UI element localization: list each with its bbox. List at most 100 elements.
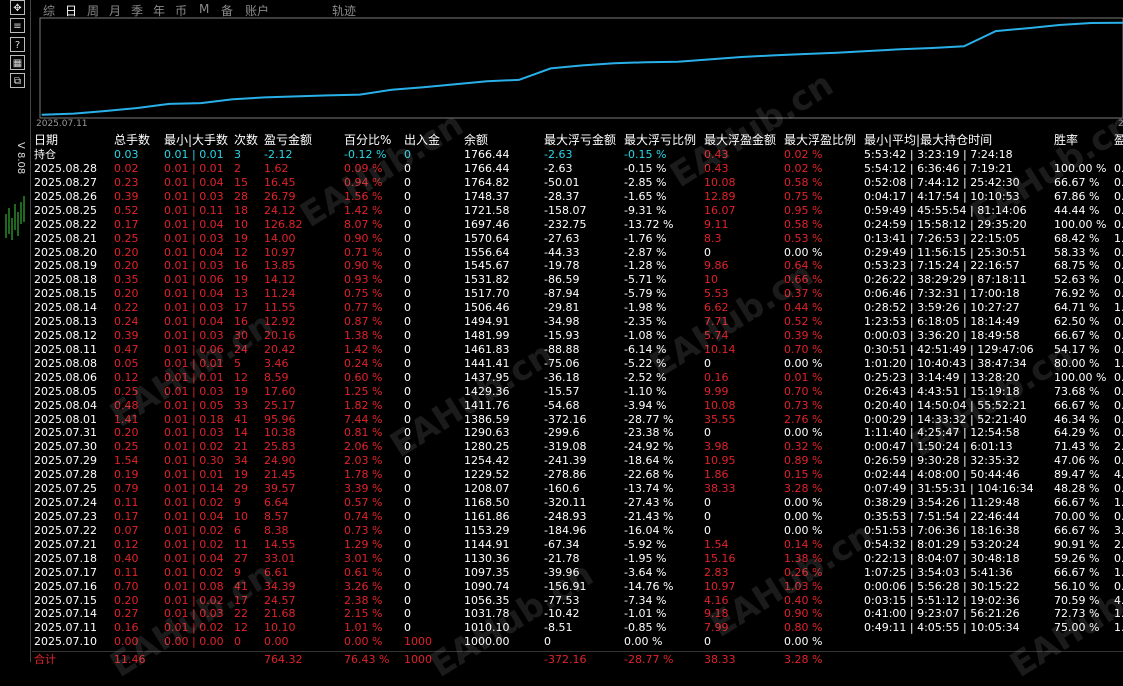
balance-point <box>73 112 75 115</box>
total-row[interactable]: 合计 11.46 764.32 76.43 % 1000 -372.16 -28.77 % 3… <box>32 653 1123 667</box>
table-cell: 64.29 % <box>1054 426 1100 439</box>
balance-point <box>136 107 138 109</box>
table-row[interactable]: 2025.08.20 0.20 0.01 | 0.04 12 10.97 0.71 % 0 1… <box>32 246 1123 260</box>
table-cell: 0.70 % <box>784 343 823 356</box>
table-row[interactable]: 2025.08.26 0.39 0.01 | 0.03 28 26.79 1.56 % 0 1… <box>32 190 1123 204</box>
table-cell: 2025.07.17 <box>34 566 97 579</box>
move-icon[interactable]: ✥ <box>10 0 25 15</box>
balance-point <box>200 102 202 104</box>
table-cell: 0.01 | 0.14 <box>164 482 224 495</box>
table-cell: 1556.64 <box>464 246 510 259</box>
table-cell: -67.34 <box>544 538 580 551</box>
table-cell: 10.95 <box>704 454 736 467</box>
balance-point <box>740 56 743 58</box>
table-row[interactable]: 2025.07.23 0.17 0.01 | 0.04 10 8.57 0.74 % 0 11… <box>32 510 1123 524</box>
table-cell: 0.20 <box>114 259 139 272</box>
table-cell: 0.01 | 0.03 <box>164 259 224 272</box>
table-row[interactable]: 2025.08.18 0.35 0.01 | 0.06 19 14.12 0.93 % 0 1… <box>32 273 1123 287</box>
report-icon[interactable]: ≡ <box>10 18 25 33</box>
table-cell: -18.64 % <box>624 454 674 467</box>
table-cell: 2.83 <box>704 566 729 579</box>
table-row[interactable]: 2025.08.13 0.24 0.01 | 0.04 16 12.92 0.87 % 0 1… <box>32 315 1123 329</box>
table-cell: -5.79 % <box>624 287 667 300</box>
table-cell: -8.51 <box>544 621 573 634</box>
table-cell: 0:28:52 | 3:59:26 | 10:27:27 <box>864 301 1020 314</box>
table-cell: 0:07:49 | 31:55:31 | 104:16:34 <box>864 482 1034 495</box>
table-cell: 0:51:53 | 7:06:36 | 18:16:38 <box>864 524 1020 537</box>
table-cell: 2025.08.18 <box>34 273 97 286</box>
table-row[interactable]: 2025.08.28 0.02 0.01 | 0.01 2 1.62 0.09 % 0 176… <box>32 162 1123 176</box>
table-row[interactable]: 2025.08.19 0.20 0.01 | 0.03 16 13.85 0.90 % 0 1… <box>32 259 1123 273</box>
table-row[interactable]: 2025.08.15 0.20 0.01 | 0.04 13 11.24 0.75 % 0 1… <box>32 287 1123 301</box>
table-cell: 0. <box>1114 552 1123 565</box>
table-row[interactable]: 2025.08.14 0.22 0.01 | 0.03 17 11.55 0.77 % 0 1… <box>32 301 1123 315</box>
table-cell: 0. <box>1114 162 1123 175</box>
table-cell: 3.28 % <box>784 482 823 495</box>
table-cell: 0.17 <box>114 510 139 523</box>
window-icon[interactable]: ⧉ <box>10 73 25 88</box>
tab-7[interactable]: M <box>199 2 209 16</box>
table-cell: 25.17 <box>264 399 296 412</box>
table-cell: 0.01 | 0.02 <box>164 566 224 579</box>
table-cell: 16 <box>234 259 248 272</box>
table-cell: 0 <box>404 329 411 342</box>
table-cell: 0:03:15 | 5:51:12 | 19:02:36 <box>864 594 1020 607</box>
help-icon[interactable]: ? <box>10 37 25 52</box>
table-cell: 126.82 <box>264 218 303 231</box>
table-cell: 2025.08.11 <box>34 343 97 356</box>
table-cell: 1.86 <box>704 468 729 481</box>
balance-point <box>454 83 456 85</box>
table-row[interactable]: 2025.07.25 0.79 0.01 | 0.14 29 39.57 3.39 % 0 1… <box>32 482 1123 496</box>
table-cell: 21.45 <box>264 468 296 481</box>
table-cell: 0.77 % <box>344 301 383 314</box>
table-cell: -5.71 % <box>624 273 667 286</box>
table-cell: 2.06 % <box>344 440 383 453</box>
grid-icon[interactable]: ▦ <box>10 55 25 70</box>
table-cell: 1461.83 <box>464 343 510 356</box>
table-row[interactable]: 2025.07.24 0.11 0.01 | 0.02 9 6.64 0.57 % 0 116… <box>32 496 1123 510</box>
table-row[interactable]: 2025.07.29 1.54 0.01 | 0.30 34 24.90 2.03 % 0 1… <box>32 454 1123 468</box>
table-cell: 73.68 % <box>1054 385 1100 398</box>
balance-point <box>581 64 584 66</box>
table-cell: 1506.46 <box>464 301 510 314</box>
table-cell: 0. <box>1114 385 1123 398</box>
table-row[interactable]: 2025.08.22 0.17 0.01 | 0.04 10 126.82 8.07 % 0… <box>32 218 1123 232</box>
table-cell: 0.39 <box>114 190 139 203</box>
table-row[interactable]: 2025.08.21 0.25 0.01 | 0.03 19 14.00 0.90 % 0 1… <box>32 232 1123 246</box>
table-row[interactable]: 2025.08.25 0.52 0.01 | 0.11 18 24.12 1.42 % 0 1… <box>32 204 1123 218</box>
table-cell: 0.01 | 0.04 <box>164 287 224 300</box>
table-cell: 39.57 <box>264 482 296 495</box>
table-cell: -232.75 <box>544 218 587 231</box>
table-cell: 34 <box>234 454 248 467</box>
balance-point <box>772 54 774 57</box>
table-cell: 2025.08.15 <box>34 287 97 300</box>
balance-chart <box>39 17 1123 119</box>
table-cell: -2.63 <box>544 162 573 175</box>
holding-row[interactable]: 持仓 0.03 0.01 | 0.01 3 -2.12 -0.12 % 0 1766.44 -2… <box>32 148 1123 162</box>
table-cell: 0:06:46 | 7:32:31 | 17:00:18 <box>864 287 1020 300</box>
table-row[interactable]: 2025.07.21 0.12 0.01 | 0.02 11 14.55 1.29 % 0 1… <box>32 538 1123 552</box>
table-cell: 1153.29 <box>464 524 510 537</box>
table-cell: 2025.07.22 <box>34 524 97 537</box>
table-cell: 0.39 % <box>784 329 823 342</box>
balance-point <box>1058 24 1061 26</box>
table-cell: 8.38 <box>264 524 289 537</box>
table-cell: 0.01 | 0.06 <box>164 273 224 286</box>
table-row[interactable]: 2025.08.27 0.23 0.01 | 0.04 15 16.45 0.94 % 0 1… <box>32 176 1123 190</box>
table-cell: 9.86 <box>704 259 729 272</box>
table-cell: 0.52 % <box>784 315 823 328</box>
table-cell: 0.02 % <box>784 162 823 175</box>
table-cell: 0.00 % <box>344 635 383 648</box>
table-cell: 1.54 <box>114 454 139 467</box>
table-cell: 1.62 <box>264 162 289 175</box>
table-cell: 1.82 % <box>344 399 383 412</box>
table-cell: 9.99 <box>704 385 729 398</box>
table-cell: 2025.08.19 <box>34 259 97 272</box>
table-cell: 0.00 % <box>784 524 823 537</box>
table-row[interactable]: 2025.07.28 0.19 0.01 | 0.01 19 21.45 1.78 % 0 1… <box>32 468 1123 482</box>
table-row[interactable]: 2025.08.12 0.39 0.01 | 0.03 30 20.16 1.38 % 0 1… <box>32 329 1123 343</box>
table-row[interactable]: 2025.07.22 0.07 0.01 | 0.02 6 8.38 0.73 % 0 115… <box>32 524 1123 538</box>
table-cell: 6 <box>234 524 241 537</box>
table-cell: -2.85 % <box>624 176 667 189</box>
table-cell: 56.10 % <box>1054 580 1100 593</box>
